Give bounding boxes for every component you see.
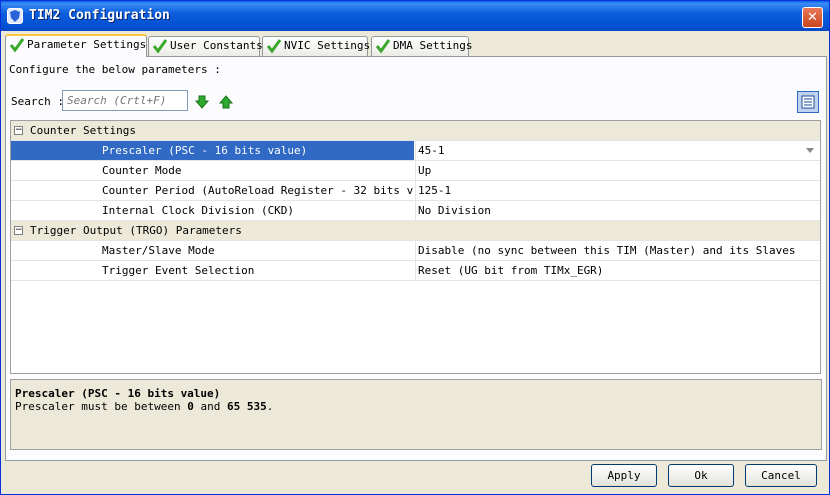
parameter-grid: − Counter Settings Prescaler (PSC - 16 b… bbox=[10, 120, 821, 374]
intro-text: Configure the below parameters : bbox=[9, 63, 221, 76]
param-value[interactable]: Disable (no sync between this TIM (Maste… bbox=[415, 241, 820, 260]
list-view-icon bbox=[801, 95, 815, 109]
param-row-clock-division[interactable]: Internal Clock Division (CKD) No Divisio… bbox=[11, 201, 820, 221]
description-pane: Prescaler (PSC - 16 bits value) Prescale… bbox=[10, 379, 822, 450]
param-row-counter-mode[interactable]: Counter Mode Up bbox=[11, 161, 820, 181]
tab-dma-settings[interactable]: DMA Settings bbox=[371, 36, 473, 56]
ok-button[interactable]: Ok bbox=[668, 464, 734, 487]
param-value[interactable]: Up bbox=[415, 161, 820, 180]
param-value[interactable]: Reset (UG bit from TIMx_EGR) bbox=[415, 261, 820, 280]
param-value[interactable]: 125-1 bbox=[415, 181, 820, 200]
collapse-icon[interactable]: − bbox=[14, 126, 23, 135]
param-row-prescaler[interactable]: Prescaler (PSC - 16 bits value) 45-1 bbox=[11, 141, 820, 161]
check-icon bbox=[152, 39, 168, 54]
description-suffix: . bbox=[266, 400, 274, 413]
apply-button[interactable]: Apply bbox=[591, 464, 657, 487]
description-text: Prescaler must be between 0 and 65 535. bbox=[15, 400, 817, 413]
param-name: Prescaler (PSC - 16 bits value) bbox=[11, 141, 414, 160]
previous-match-up-arrow-icon[interactable] bbox=[219, 95, 233, 109]
title-bar[interactable]: TIM2 Configuration ✕ bbox=[1, 1, 829, 31]
app-shield-icon bbox=[7, 8, 23, 24]
param-row-counter-period[interactable]: Counter Period (AutoReload Register - 32… bbox=[11, 181, 820, 201]
group-trigger-output[interactable]: − Trigger Output (TRGO) Parameters bbox=[11, 221, 820, 241]
description-conj: and bbox=[200, 400, 221, 413]
parameter-settings-panel: Configure the below parameters : Search … bbox=[5, 56, 827, 461]
search-label: Search : bbox=[11, 95, 64, 108]
tab-parameter-settings[interactable]: Parameter Settings bbox=[5, 34, 147, 57]
tab-label: Parameter Settings bbox=[27, 38, 147, 51]
group-label: Trigger Output (TRGO) Parameters bbox=[30, 224, 242, 237]
collapse-icon[interactable]: − bbox=[14, 226, 23, 235]
window-title: TIM2 Configuration bbox=[29, 8, 170, 23]
description-max: 65 535 bbox=[226, 400, 267, 413]
next-match-down-arrow-icon[interactable] bbox=[195, 95, 209, 109]
tab-label: NVIC Settings bbox=[284, 39, 371, 52]
tab-user-constants[interactable]: User Constants bbox=[148, 36, 263, 56]
tab-label: DMA Settings bbox=[393, 39, 473, 52]
param-value-input[interactable]: 45-1 bbox=[415, 141, 820, 160]
param-name: Trigger Event Selection bbox=[102, 264, 255, 277]
description-prefix: Prescaler must be between bbox=[15, 400, 181, 413]
tab-label: User Constants bbox=[170, 39, 263, 52]
check-icon bbox=[9, 38, 25, 53]
param-name: Internal Clock Division (CKD) bbox=[102, 204, 295, 217]
description-min: 0 bbox=[187, 400, 194, 413]
search-input[interactable] bbox=[62, 90, 188, 111]
param-name: Counter Period (AutoReload Register - 32… bbox=[102, 184, 414, 197]
tim2-configuration-dialog: TIM2 Configuration ✕ Parameter Settings … bbox=[0, 0, 830, 495]
param-name: Master/Slave Mode bbox=[102, 244, 215, 257]
chevron-down-icon[interactable] bbox=[806, 148, 814, 153]
check-icon bbox=[375, 39, 391, 54]
cancel-button[interactable]: Cancel bbox=[745, 464, 817, 487]
check-icon bbox=[266, 39, 282, 54]
close-button[interactable]: ✕ bbox=[802, 7, 823, 28]
group-label: Counter Settings bbox=[30, 124, 136, 137]
param-value[interactable]: No Division bbox=[415, 201, 820, 220]
group-counter-settings[interactable]: − Counter Settings bbox=[11, 121, 820, 141]
show-description-toggle[interactable] bbox=[797, 91, 819, 113]
param-name: Counter Mode bbox=[102, 164, 182, 177]
param-row-trigger-event[interactable]: Trigger Event Selection Reset (UG bit fr… bbox=[11, 261, 820, 281]
description-title: Prescaler (PSC - 16 bits value) bbox=[15, 387, 221, 400]
param-row-master-slave-mode[interactable]: Master/Slave Mode Disable (no sync betwe… bbox=[11, 241, 820, 261]
close-icon: ✕ bbox=[807, 10, 818, 25]
tab-nvic-settings[interactable]: NVIC Settings bbox=[262, 36, 371, 56]
